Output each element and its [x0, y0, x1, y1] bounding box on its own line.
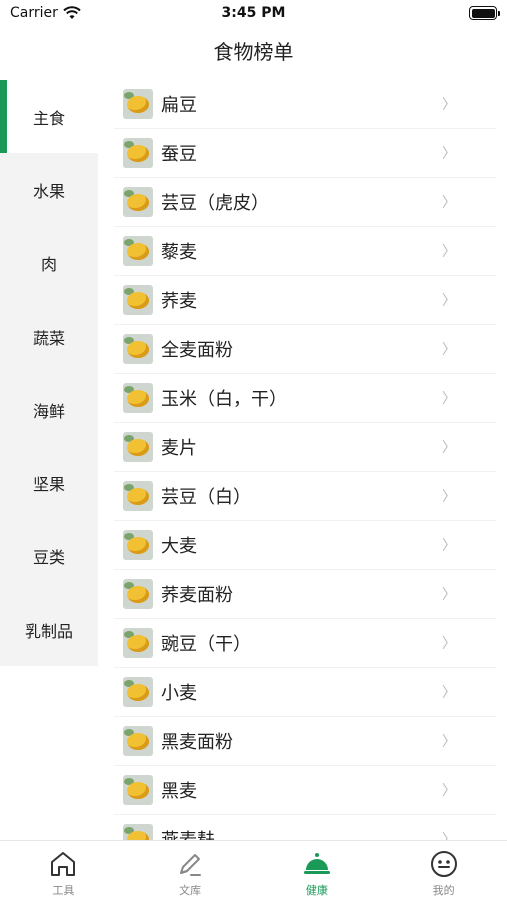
food-thumbnail: [123, 530, 153, 560]
list-item[interactable]: 黑麦 〉: [114, 766, 496, 815]
chevron-right-icon: 〉: [442, 587, 456, 603]
food-name: 扁豆: [161, 95, 197, 116]
food-name: 黑麦: [161, 781, 197, 802]
food-list: 扁豆〉蚕豆〉芸豆（虎皮）〉藜麦〉荞麦〉全麦面粉〉玉米（白，干）〉麦片〉芸豆（白）…: [114, 80, 496, 840]
chevron-right-icon: 〉: [442, 832, 456, 840]
food-thumbnail: [123, 285, 153, 315]
sidebar-item-label: 海鲜: [32, 401, 65, 421]
food-thumbnail: [123, 677, 153, 707]
list-item[interactable]: 全麦面粉 〉: [114, 325, 496, 374]
list-item[interactable]: 芸豆（虎皮） 〉: [114, 178, 496, 227]
list-item[interactable]: 小麦 〉: [114, 668, 496, 717]
sidebar-item-label: 豆类: [32, 548, 65, 568]
tab-health[interactable]: 健康: [254, 841, 381, 900]
food-thumbnail: [123, 432, 153, 462]
food-name: 麦片: [161, 438, 197, 459]
tab-label: 文库: [179, 884, 202, 897]
sidebar-item-vegetable[interactable]: 蔬菜: [0, 300, 98, 373]
food-thumbnail: [123, 334, 153, 364]
sidebar-item-label: 肉: [40, 255, 57, 275]
status-bar: Carrier 3:45 PM: [0, 0, 507, 28]
food-thumbnail: [123, 383, 153, 413]
tab-label: 我的: [432, 884, 455, 897]
food-name: 芸豆（白）: [161, 487, 251, 508]
food-name: 豌豆（干）: [161, 634, 251, 655]
list-item[interactable]: 荞麦 〉: [114, 276, 496, 325]
chevron-right-icon: 〉: [442, 734, 456, 750]
list-item[interactable]: 蚕豆 〉: [114, 129, 496, 178]
page-title: 食物榜单: [213, 40, 294, 64]
chevron-right-icon: 〉: [442, 489, 456, 505]
chevron-right-icon: 〉: [442, 97, 456, 113]
battery-icon: [469, 6, 500, 20]
list-item[interactable]: 玉米（白，干） 〉: [114, 374, 496, 423]
food-name: 小麦: [161, 683, 197, 704]
food-name: 蚕豆: [161, 144, 197, 165]
chevron-right-icon: 〉: [442, 440, 456, 456]
face-icon: [430, 851, 457, 877]
food-thumbnail: [123, 775, 153, 805]
list-item[interactable]: 燕麦麸 〉: [114, 815, 496, 840]
food-thumbnail: [123, 138, 153, 168]
chevron-right-icon: 〉: [442, 783, 456, 799]
chevron-right-icon: 〉: [442, 685, 456, 701]
sidebar-item-label: 坚果: [32, 475, 65, 495]
food-thumbnail: [123, 236, 153, 266]
list-item[interactable]: 荞麦面粉 〉: [114, 570, 496, 619]
food-name: 燕麦麸: [161, 826, 215, 840]
list-item[interactable]: 黑麦面粉 〉: [114, 717, 496, 766]
sidebar-item-meat[interactable]: 肉: [0, 227, 98, 300]
status-time: 3:45 PM: [221, 5, 286, 21]
chevron-right-icon: 〉: [442, 342, 456, 358]
food-thumbnail: [123, 89, 153, 119]
food-name: 全麦面粉: [161, 340, 233, 361]
sidebar-item-label: 蔬菜: [32, 328, 65, 348]
food-thumbnail: [123, 187, 153, 217]
list-item[interactable]: 麦片 〉: [114, 423, 496, 472]
tab-label: 工具: [52, 884, 75, 897]
food-thumbnail: [123, 824, 153, 840]
sidebar-item-label: 水果: [32, 181, 65, 201]
food-thumbnail: [123, 579, 153, 609]
sidebar-item-fruit[interactable]: 水果: [0, 153, 98, 226]
food-name: 荞麦面粉: [161, 585, 233, 606]
chevron-right-icon: 〉: [442, 391, 456, 407]
tab-library[interactable]: 文库: [127, 841, 254, 900]
list-item[interactable]: 豌豆（干） 〉: [114, 619, 496, 668]
food-thumbnail: [123, 628, 153, 658]
food-name: 藜麦: [161, 242, 197, 263]
pencil-icon: [180, 854, 202, 876]
food-name: 玉米（白，干）: [161, 389, 287, 410]
tab-mine[interactable]: 我的: [380, 841, 507, 900]
food-thumbnail: [123, 726, 153, 756]
chevron-right-icon: 〉: [442, 293, 456, 309]
sidebar-item-nuts[interactable]: 坚果: [0, 446, 98, 519]
category-sidebar: 主食 水果 肉 蔬菜 海鲜 坚果 豆类 乳制品: [0, 80, 98, 666]
sidebar-item-beans[interactable]: 豆类: [0, 520, 98, 593]
tab-bar: 工具 文库 健康 我的: [0, 840, 507, 900]
food-name: 芸豆（虎皮）: [161, 193, 269, 214]
chevron-right-icon: 〉: [442, 195, 456, 211]
sidebar-item-dairy[interactable]: 乳制品: [0, 593, 98, 666]
sidebar-item-label: 主食: [32, 108, 65, 128]
chevron-right-icon: 〉: [442, 538, 456, 554]
sidebar-item-staple[interactable]: 主食: [0, 80, 98, 154]
sidebar-item-label: 乳制品: [24, 621, 73, 641]
tab-label: 健康: [305, 884, 328, 897]
list-item[interactable]: 大麦 〉: [114, 521, 496, 570]
sidebar-item-seafood[interactable]: 海鲜: [0, 373, 98, 446]
food-name: 大麦: [161, 536, 197, 557]
list-item[interactable]: 藜麦 〉: [114, 227, 496, 276]
chevron-right-icon: 〉: [442, 244, 456, 260]
list-item[interactable]: 芸豆（白） 〉: [114, 472, 496, 521]
food-name: 荞麦: [161, 291, 197, 312]
home-icon: [51, 852, 76, 876]
list-item[interactable]: 扁豆 〉: [114, 80, 496, 129]
chevron-right-icon: 〉: [442, 636, 456, 652]
cloche-icon: [303, 853, 330, 874]
food-thumbnail: [123, 481, 153, 511]
tab-tools[interactable]: 工具: [0, 841, 127, 900]
chevron-right-icon: 〉: [442, 146, 456, 162]
food-name: 黑麦面粉: [161, 732, 233, 753]
